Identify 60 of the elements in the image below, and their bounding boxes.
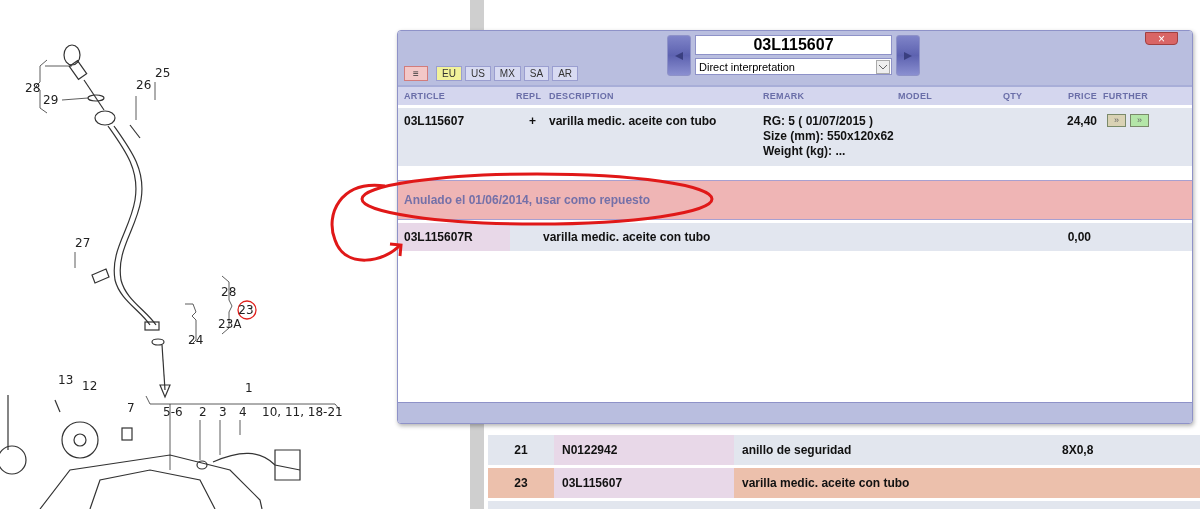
callout-number: 27 xyxy=(75,236,91,250)
region-button[interactable]: SA xyxy=(523,66,550,81)
column-header: FURTHER xyxy=(1103,91,1150,101)
further-button[interactable]: » xyxy=(1107,114,1126,127)
table-cell-text: anillo de seguridad xyxy=(741,443,853,457)
callout-number: 7 xyxy=(127,401,135,415)
next-button[interactable] xyxy=(896,35,920,76)
region-button[interactable]: AR xyxy=(552,66,579,81)
callout-number: 13 xyxy=(58,373,74,387)
callout-number: 1 xyxy=(245,381,253,395)
region-button[interactable]: EU xyxy=(436,66,462,81)
close-button[interactable]: × xyxy=(1145,32,1178,45)
callout-number: 3 xyxy=(219,405,227,419)
column-header: PRICE xyxy=(1067,91,1098,101)
left-triangle-icon xyxy=(674,50,684,61)
chevron-down-icon xyxy=(876,59,890,74)
further-button[interactable]: » xyxy=(1130,114,1149,127)
remark-line: Weight (kg): ... xyxy=(763,144,847,158)
part-description: varilla medic. aceite con tubo xyxy=(543,230,712,244)
callout-number: 2 xyxy=(199,405,207,419)
callout-number: 28 xyxy=(25,81,41,95)
article-number: 03L115607R xyxy=(398,223,510,251)
price: 24,40 xyxy=(1065,114,1098,128)
region-button[interactable]: US xyxy=(464,66,491,81)
callout-number: 10, 11, 18-21 xyxy=(262,405,343,419)
right-triangle-icon xyxy=(903,50,913,61)
callout-number: 23A xyxy=(218,317,242,331)
table-cell-text: 21 xyxy=(513,442,529,459)
callout-number: 24 xyxy=(188,333,204,347)
column-header: QTY xyxy=(1003,91,1024,101)
column-header: REPL xyxy=(516,91,543,101)
callout-number: 12 xyxy=(82,379,98,393)
callout-number: 25 xyxy=(155,66,171,80)
interpretation-select[interactable]: Direct interpretation xyxy=(695,58,892,75)
remark-line: RG: 5 ( 01/07/2015 ) xyxy=(763,114,875,128)
notice-text: Anulado el 01/06/2014, usar como repuesto xyxy=(404,193,651,207)
table-cell: 03L115607 xyxy=(554,468,734,498)
table-cell-text: 23 xyxy=(513,475,529,492)
part-description: varilla medic. aceite con tubo xyxy=(549,114,718,128)
article-number: 03L115607 xyxy=(404,114,466,128)
callout-number: 26 xyxy=(136,78,152,92)
callout-number: 4 xyxy=(239,405,247,419)
region-button[interactable]: MX xyxy=(493,66,521,81)
callout-number: 23 xyxy=(238,303,254,317)
price: 0,00 xyxy=(1066,230,1092,244)
article-input[interactable]: 03L115607 xyxy=(695,35,892,55)
column-header: ARTICLE xyxy=(404,91,447,101)
region-button[interactable]: ≡ xyxy=(404,66,428,81)
column-header: DESCRIPTION xyxy=(549,91,615,101)
table-cell-text: 8X0,8 xyxy=(1061,443,1094,457)
callout-number: 29 xyxy=(43,93,59,107)
replacement-mark: + xyxy=(528,114,537,128)
previous-button[interactable] xyxy=(667,35,691,76)
table-cell-text: varilla medic. aceite con tubo xyxy=(741,476,911,490)
remark-line: Size (mm): 550x120x62 xyxy=(763,129,895,143)
column-header: REMARK xyxy=(763,91,806,101)
callout-number: 5-6 xyxy=(163,405,183,419)
column-header: MODEL xyxy=(898,91,933,101)
table-cell: N0122942 xyxy=(554,435,734,465)
callout-number: 28 xyxy=(221,285,237,299)
